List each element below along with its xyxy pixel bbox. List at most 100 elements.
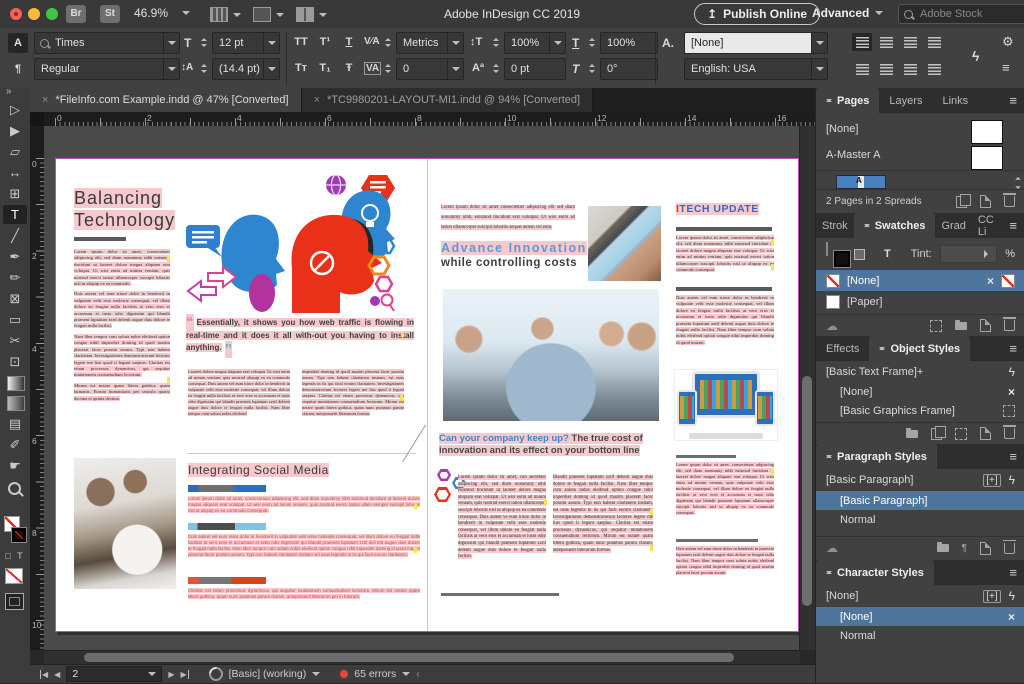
lightning-icon[interactable]: ϟ — [1009, 589, 1015, 603]
new-style-icon[interactable] — [980, 542, 991, 555]
screen-mode-button[interactable] — [5, 593, 24, 610]
underline-button[interactable]: T — [338, 32, 360, 52]
pen-tool[interactable]: ✒ — [3, 247, 27, 266]
vertical-scrollbar[interactable] — [799, 126, 815, 650]
paragraph-style-row-normal[interactable]: Normal — [816, 510, 1024, 529]
cc-libraries-cloud-icon[interactable]: ☁ — [826, 319, 838, 333]
leading-dropdown[interactable]: (14.4 pt) — [212, 58, 280, 80]
stock-badge-button[interactable]: St — [100, 5, 120, 23]
subscript-button[interactable]: T₁ — [314, 58, 336, 78]
last-page-button[interactable]: ▶ — [180, 670, 188, 679]
stroke-box-icon[interactable] — [834, 251, 850, 267]
tab-object-styles[interactable]: Object Styles — [869, 336, 970, 361]
close-window-button[interactable] — [10, 8, 22, 20]
character-formatting-button[interactable]: A — [8, 33, 28, 53]
clear-overrides-icon[interactable] — [931, 428, 942, 440]
horizontal-scale-stepper[interactable] — [586, 32, 597, 52]
lightning-icon[interactable]: ϟ — [1009, 473, 1015, 487]
stroke-color-control[interactable] — [12, 528, 26, 542]
direct-selection-tool[interactable]: ▶ — [3, 121, 27, 140]
rectangle-frame-tool[interactable]: ⊠ — [3, 289, 27, 308]
type-tool[interactable]: T — [3, 205, 27, 224]
justify-all-button[interactable] — [900, 60, 920, 78]
object-style-row-none[interactable]: [None] × — [816, 383, 1024, 401]
page-thumbnail[interactable] — [971, 146, 1003, 170]
preflight-icon[interactable] — [206, 664, 226, 684]
object-style-row-basic-graphics[interactable]: [Basic Graphics Frame] — [816, 402, 1024, 420]
page-spread[interactable]: Balancing Technology Lorem ipsum dolor s… — [55, 158, 799, 632]
font-size-stepper[interactable] — [198, 32, 209, 52]
small-caps-button[interactable]: Tᴛ — [290, 58, 312, 78]
cc-libraries-cloud-icon[interactable]: ☁ — [826, 541, 838, 555]
zoom-tool[interactable] — [8, 482, 21, 495]
scissors-tool[interactable]: ✂ — [3, 331, 27, 350]
kerning-stepper[interactable] — [382, 32, 393, 52]
view-options-button[interactable] — [210, 7, 241, 22]
formatting-affects-buttons[interactable]: □ T — [4, 550, 26, 562]
trash-icon[interactable] — [1004, 543, 1015, 554]
close-icon[interactable]: × — [314, 94, 320, 106]
quick-apply-lightning-icon[interactable]: ϟ — [972, 48, 979, 64]
new-group-folder-icon[interactable] — [955, 322, 967, 330]
tab-cc-libraries[interactable]: CC Li — [972, 213, 1002, 238]
justify-right-button[interactable] — [876, 60, 896, 78]
horizontal-scale-field[interactable]: 100% — [600, 32, 658, 54]
font-size-dropdown[interactable]: 12 pt — [212, 32, 280, 54]
gradient-feather-tool[interactable] — [7, 396, 25, 411]
selection-tool[interactable]: ▷ — [3, 100, 27, 119]
scroll-left-icon[interactable]: ‹ — [416, 668, 420, 680]
align-right-button[interactable] — [900, 33, 920, 51]
master-page-row-none[interactable]: [None] — [816, 117, 1024, 141]
note-tool[interactable]: ▤ — [3, 414, 27, 433]
character-style-row-none[interactable]: [None] × — [816, 607, 1024, 626]
gap-tool[interactable]: ↔ — [3, 163, 27, 182]
formatting-affects-container-icon[interactable] — [854, 249, 865, 260]
new-page-icon[interactable] — [980, 195, 991, 208]
language-dropdown[interactable]: English: USA — [684, 58, 828, 80]
superscript-button[interactable]: T¹ — [314, 32, 336, 52]
rectangle-tool[interactable]: ▭ — [3, 310, 27, 329]
gradient-swatch-tool[interactable] — [7, 376, 25, 391]
document-tab-inactive[interactable]: × *TC9980201-LAYOUT-MI1.indd @ 94% [Conv… — [302, 88, 594, 112]
eyedropper-tool[interactable]: ✐ — [3, 435, 27, 454]
font-style-dropdown[interactable]: Regular — [34, 58, 180, 80]
panel-menu-icon[interactable]: ≡ — [1001, 560, 1024, 585]
paragraph-style-edit-icon[interactable]: ¶ — [962, 543, 967, 554]
swatch-views-icon[interactable] — [930, 320, 942, 332]
paragraph-formatting-button[interactable]: ¶ — [8, 59, 28, 79]
leading-stepper[interactable] — [198, 58, 209, 78]
all-caps-button[interactable]: TT — [290, 32, 312, 52]
formatting-affects-text-icon[interactable]: T — [884, 248, 891, 260]
character-style-row-normal[interactable]: Normal — [816, 626, 1024, 645]
minimize-window-button[interactable] — [28, 8, 40, 20]
character-style-dropdown[interactable]: [None] — [684, 32, 828, 54]
justify-full-button[interactable] — [924, 60, 944, 78]
toolbar-collapse-icon[interactable]: » — [6, 86, 12, 97]
next-page-button[interactable]: ▶ — [168, 670, 174, 679]
stock-search-field[interactable] — [898, 4, 1024, 24]
maximize-window-button[interactable] — [46, 8, 58, 20]
panel-menu-icon[interactable]: ≡ — [1001, 88, 1024, 113]
tracking-stepper[interactable] — [382, 58, 393, 78]
pencil-tool[interactable]: ✏ — [3, 268, 27, 287]
swatch-row-none[interactable]: [None] × — [816, 270, 1024, 291]
preflight-profile-dropdown[interactable]: [Basic] (working) — [229, 668, 307, 680]
tab-effects[interactable]: Effects — [816, 336, 869, 361]
lightning-icon[interactable]: ϟ — [1009, 365, 1015, 379]
tint-field[interactable] — [940, 245, 997, 263]
trash-icon[interactable] — [1004, 428, 1015, 439]
gear-icon[interactable]: ⚙ — [1002, 34, 1014, 50]
baseline-shift-field[interactable]: 0 pt — [504, 58, 566, 80]
line-tool[interactable]: ╱ — [3, 226, 27, 245]
tab-paragraph-styles[interactable]: Paragraph Styles — [816, 444, 937, 469]
tab-character-styles[interactable]: Character Styles — [816, 560, 934, 585]
skew-stepper[interactable] — [586, 58, 597, 78]
tab-links[interactable]: Links — [932, 88, 978, 113]
stock-search-input[interactable] — [918, 7, 1012, 21]
tracking-dropdown[interactable]: 0 — [396, 58, 464, 80]
pasteboard[interactable]: Balancing Technology Lorem ipsum dolor s… — [44, 126, 815, 650]
baseline-shift-stepper[interactable] — [490, 58, 501, 78]
tab-pages[interactable]: Pages — [816, 88, 879, 113]
first-page-button[interactable]: ◀ — [40, 670, 48, 679]
swatch-row-paper[interactable]: [Paper] — [816, 291, 1024, 312]
